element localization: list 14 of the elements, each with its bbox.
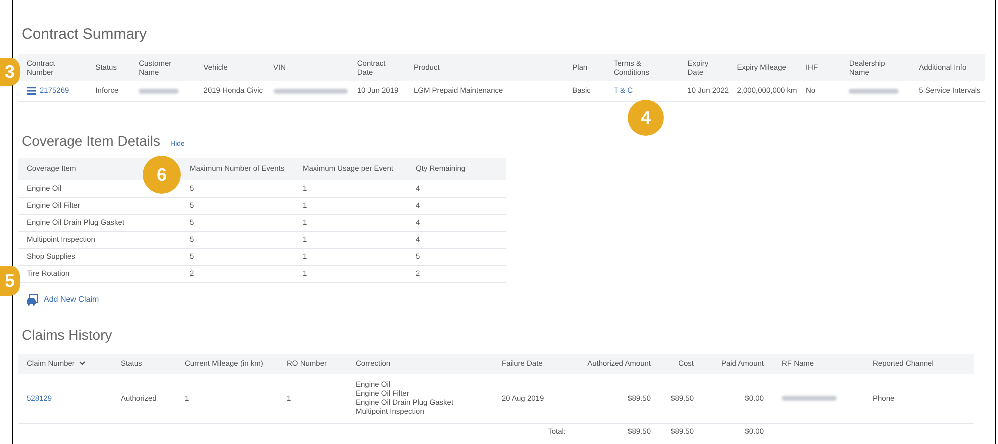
callout-badge: 4: [628, 100, 664, 136]
section-title: Contract Summary: [21, 26, 148, 44]
blurred-text: [782, 396, 837, 402]
callout-badge: 6: [143, 156, 181, 194]
blurred-text: [849, 88, 900, 94]
callout-badge: 3: [0, 58, 20, 86]
blurred-text: [139, 88, 180, 94]
section-title: Claims History: [21, 326, 114, 344]
menu-icon[interactable]: [27, 87, 36, 96]
section-title: Coverage Item Details: [22, 132, 161, 150]
vehicle-document-icon: [26, 294, 39, 306]
callout-badge: 5: [0, 266, 20, 296]
chevron-down-icon: [78, 361, 86, 366]
add-new-claim-button[interactable]: Add New Claim: [26, 294, 100, 306]
